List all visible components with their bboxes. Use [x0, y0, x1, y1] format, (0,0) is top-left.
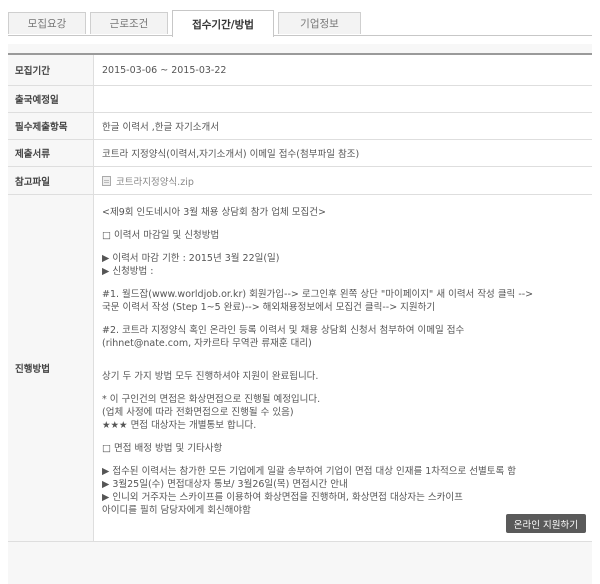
method-line: #2. 코트라 지정양식 혹인 온라인 등록 이력서 및 채용 상담회 신청서 … [102, 325, 465, 336]
method-line: 국문 이력서 작성 (Step 1~5 완료)--> 해외채용정보에서 모집건 … [102, 302, 436, 313]
value-attachment: 코트라지정양식.zip [93, 167, 592, 194]
label-required-items: 필수제출항목 [15, 122, 68, 133]
row-required-items: 필수제출항목 한글 이력서 ,한글 자기소개서 [8, 113, 592, 140]
row-documents: 제출서류 코트라 지정양식(이력서,자기소개서) 이메일 접수(첨부파일 참조) [8, 140, 592, 167]
file-icon [102, 175, 111, 186]
application-info-panel: 모집기간 2015-03-06 ~ 2015-03-22 출국예정일 필수제출항… [8, 44, 592, 584]
value-documents: 코트라 지정양식(이력서,자기소개서) 이메일 접수(첨부파일 참조) [93, 140, 592, 166]
info-table: 모집기간 2015-03-06 ~ 2015-03-22 출국예정일 필수제출항… [8, 53, 592, 542]
method-line: (rihnet@nate.com, 자카르타 무역관 류재훈 대리) [102, 338, 312, 349]
row-process-method: 진행방법 <제9회 인도네시아 3월 채용 상담회 참가 업체 모집건> □ 이력… [8, 195, 592, 542]
method-line: <제9회 인도네시아 3월 채용 상담회 참가 업체 모집건> [102, 207, 326, 218]
method-line: (업체 사정에 따라 전화면접으로 진행될 수 있음) [102, 407, 294, 418]
method-line [102, 219, 592, 229]
method-line: ▶ 인니외 거주자는 스카이프를 이용하여 화상면접을 진행하며, 화상면접 대… [102, 492, 463, 503]
tab-recruitment-guide[interactable]: 모집요강 [8, 12, 86, 34]
method-text-block: <제9회 인도네시아 3월 채용 상담회 참가 업체 모집건> □ 이력서 마감일… [102, 206, 592, 517]
method-line: ▶ 신청방법 : [102, 266, 154, 277]
method-line: 상기 두 가지 방법 모두 진행하셔야 지원이 완료됩니다. [102, 371, 319, 382]
label-process-method: 진행방법 [15, 364, 50, 375]
row-departure-date: 출국예정일 [8, 86, 592, 113]
value-required-items: 한글 이력서 ,한글 자기소개서 [93, 113, 592, 139]
method-line [102, 350, 592, 360]
attachment-file-link[interactable]: 코트라지정양식.zip [116, 174, 194, 188]
method-line: □ 면접 배정 방법 및 기타사항 [102, 443, 223, 454]
value-recruitment-period: 2015-03-06 ~ 2015-03-22 [93, 55, 592, 85]
tab-company-info[interactable]: 기업정보 [278, 12, 361, 34]
method-line: □ 이력서 마감일 및 신청방법 [102, 230, 220, 241]
tab-working-conditions[interactable]: 근로조건 [90, 12, 168, 34]
method-line: ★★★ 면접 대상자는 개별통보 합니다. [102, 420, 257, 431]
method-line [102, 383, 592, 393]
label-departure-date: 출국예정일 [15, 95, 59, 106]
label-documents: 제출서류 [15, 149, 50, 160]
method-line: ▶ 이력서 마감 기한 : 2015년 3월 22일(일) [102, 253, 280, 264]
method-line [102, 360, 592, 370]
row-recruitment-period: 모집기간 2015-03-06 ~ 2015-03-22 [8, 55, 592, 86]
tab-underline [8, 35, 592, 36]
method-line [102, 242, 592, 252]
method-line [102, 455, 592, 465]
label-attachment: 참고파일 [15, 176, 50, 188]
method-line [102, 314, 592, 324]
tab-bar: 모집요강 근로조건 접수기간/방법 기업정보 [8, 10, 592, 37]
value-process-method: <제9회 인도네시아 3월 채용 상담회 참가 업체 모집건> □ 이력서 마감일… [93, 195, 592, 541]
method-line [102, 432, 592, 442]
tab-application-method[interactable]: 접수기간/방법 [172, 10, 274, 37]
label-recruitment-period: 모집기간 [15, 66, 50, 77]
method-line [102, 278, 592, 288]
method-line: ▶ 접수된 이력서는 참가한 모든 기업에게 일괄 송부하여 기업이 면접 대상… [102, 466, 516, 477]
method-line: * 이 구인건의 면접은 화상면접으로 진행될 예정입니다. [102, 394, 321, 405]
method-line: #1. 월드잡(www.worldjob.or.kr) 회원가입--> 로그인후… [102, 289, 534, 300]
online-apply-button[interactable]: 온라인 지원하기 [505, 514, 586, 533]
value-departure-date [93, 86, 592, 112]
row-attachment: 참고파일 코트라지정양식.zip [8, 167, 592, 195]
method-line: ▶ 3월25일(수) 면접대상자 통보/ 3월26일(목) 면접시간 안내 [102, 479, 348, 490]
